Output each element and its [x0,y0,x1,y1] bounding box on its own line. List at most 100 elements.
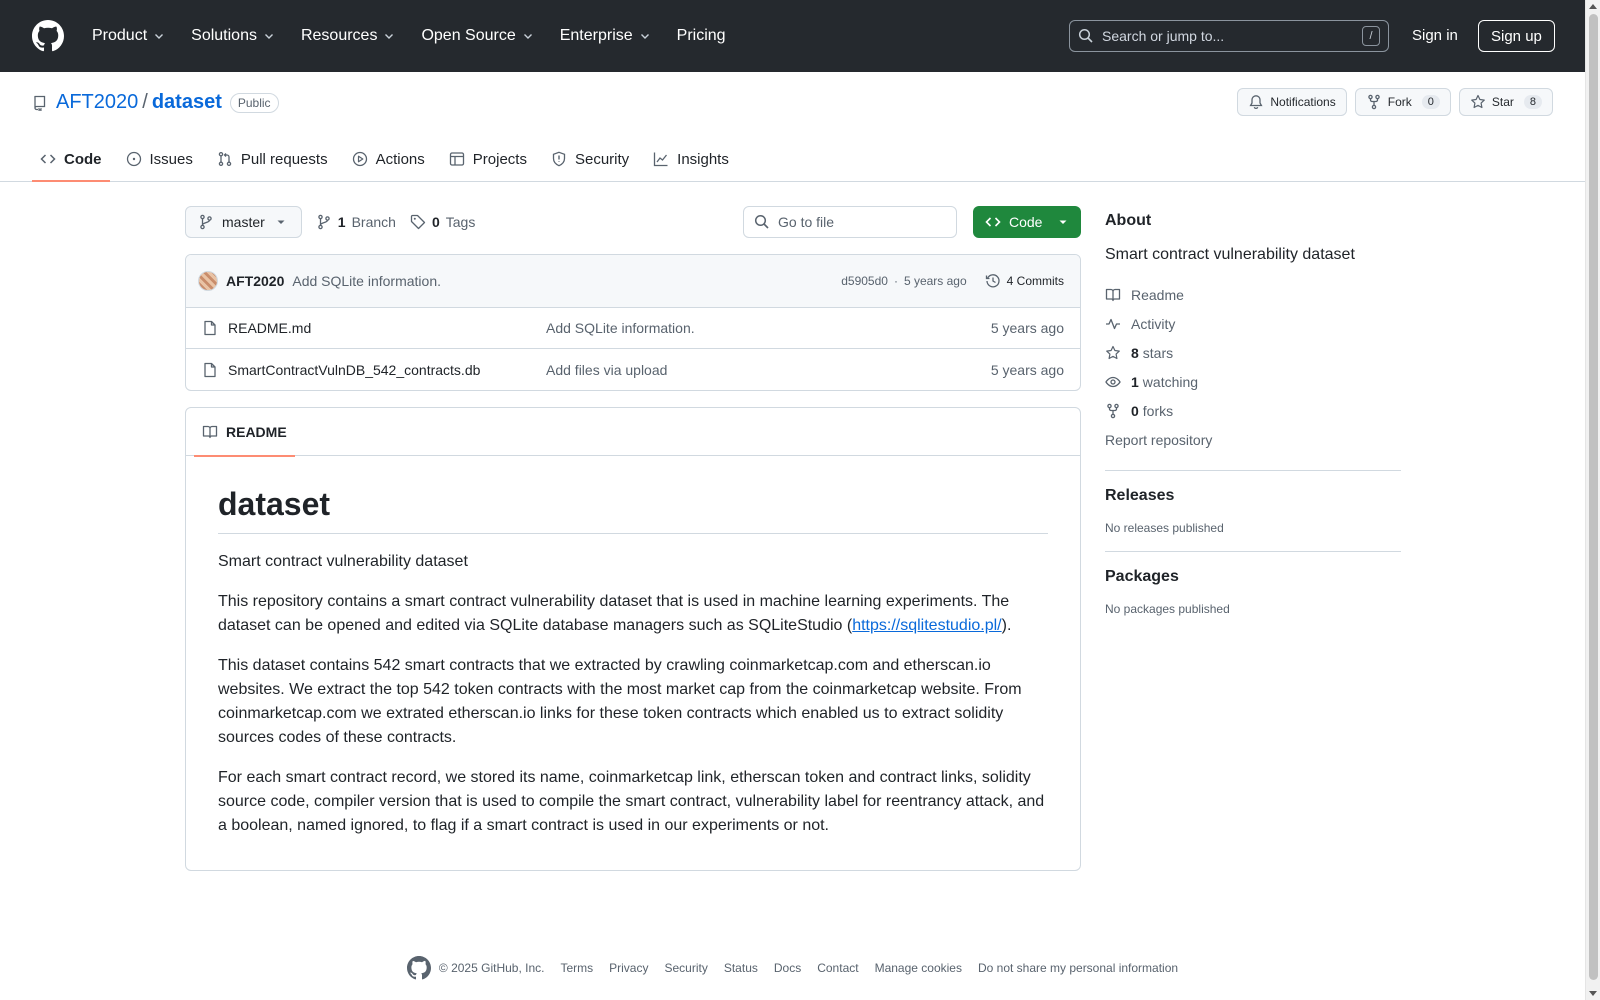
file-list: AFT2020 Add SQLite information. d5905d0 … [185,254,1081,391]
commit-message-link[interactable]: Add SQLite information. [292,273,441,289]
tab-actions[interactable]: Actions [344,136,433,182]
code-dropdown-button[interactable]: Code [973,206,1081,238]
nav-enterprise[interactable]: Enterprise [556,21,655,51]
page-scrollbar[interactable] [1585,0,1600,1000]
pulse-icon [1106,318,1120,329]
repo-icon [34,95,46,111]
file-commit-message[interactable]: Add files via upload [546,362,991,378]
releases-title[interactable]: Releases [1105,487,1401,505]
file-icon [204,362,216,377]
go-to-file-input[interactable]: Go to file [743,206,957,238]
file-name-link[interactable]: SmartContractVulnDB_542_contracts.db [228,362,546,378]
tab-pull-requests-label: Pull requests [240,150,328,168]
star-label: Star [1491,95,1514,109]
repo-title: AFT2020 / dataset Public [32,91,279,114]
footer-link-do-not-share[interactable]: Do not share my personal information [978,961,1178,975]
commit-dot: · [893,274,898,288]
chevron-down-icon [523,34,532,39]
github-logo-icon[interactable] [406,956,431,980]
file-icon [204,320,216,336]
commit-sha-link[interactable]: d5905d0 [841,274,888,288]
file-name-link[interactable]: README.md [228,320,546,336]
tab-projects[interactable]: Projects [441,136,535,182]
footer-link-terms[interactable]: Terms [560,961,593,975]
nav-pricing[interactable]: Pricing [673,21,730,51]
footer-link-manage-cookies[interactable]: Manage cookies [875,961,962,975]
report-repository-link[interactable]: Report repository [1105,425,1401,454]
fork-button[interactable]: Fork 0 [1354,88,1451,116]
scroll-up-arrow-icon[interactable] [1589,4,1597,9]
pull-request-icon [218,151,232,167]
repo-sidebar: About Smart contract vulnerability datas… [1105,206,1401,616]
footer-link-status[interactable]: Status [724,961,758,975]
readme-paragraph: This dataset contains 542 smart contract… [218,657,1022,746]
tab-insights[interactable]: Insights [645,136,737,182]
packages-empty-text: No packages published [1105,602,1230,616]
readme-tab-label: README [226,424,287,440]
activity-link[interactable]: Activity [1105,309,1401,338]
sign-up-button[interactable]: Sign up [1478,20,1555,52]
star-count: 8 [1523,95,1542,109]
readme-panel: README dataset Smart contract vulnerabil… [185,407,1081,871]
sqlitestudio-link[interactable]: https://sqlitestudio.pl/ [852,617,1001,634]
nav-solutions[interactable]: Solutions [187,21,279,51]
packages-title[interactable]: Packages [1105,568,1401,586]
repo-owner-link[interactable]: AFT2020 [56,91,138,114]
footer-link-privacy[interactable]: Privacy [609,961,648,975]
divider [1105,470,1401,471]
watching-link[interactable]: 1 watching [1105,367,1401,396]
stars-label: stars [1142,344,1174,361]
copyright-text: © 2025 GitHub, Inc. [438,961,545,975]
search-shortcut-key: / [1362,26,1380,46]
global-search-input[interactable]: Search or jump to... / [1069,20,1389,52]
nav-solutions-label: Solutions [191,27,257,44]
readme-body: dataset Smart contract vulnerability dat… [186,456,1080,870]
tab-issues[interactable]: Issues [118,136,201,182]
repo-name-link[interactable]: dataset [152,91,222,114]
stars-count: 8 [1131,344,1139,361]
github-logo-icon[interactable] [32,20,64,52]
branches-link[interactable]: 1 Branch [316,214,396,230]
notifications-label: Notifications [1270,95,1336,109]
readme-paragraph: This repository contains a smart contrac… [218,590,1048,638]
commit-time: 5 years ago [903,274,967,288]
tab-pull-requests[interactable]: Pull requests [209,136,336,182]
caret-down-icon [277,220,285,224]
readme-link[interactable]: Readme [1105,280,1401,309]
tag-label: Tags [445,214,476,230]
forks-count: 0 [1131,402,1139,419]
footer-link-contact[interactable]: Contact [817,961,858,975]
eye-icon [1105,376,1121,387]
readme-tab[interactable]: README [194,408,295,457]
scrollbar-thumb[interactable] [1589,14,1598,980]
nav-open-source[interactable]: Open Source [417,21,537,51]
star-icon [1106,345,1120,359]
readme-header: README [186,408,1080,457]
page-footer: © 2025 GitHub, Inc. Terms Privacy Securi… [0,956,1585,980]
notifications-button[interactable]: Notifications [1237,88,1347,116]
sign-in-link[interactable]: Sign in [1412,27,1458,44]
stars-link[interactable]: 8 stars [1105,338,1401,367]
footer-link-docs[interactable]: Docs [774,961,801,975]
visibility-badge: Public [229,92,279,113]
scroll-down-arrow-icon[interactable] [1589,991,1597,996]
nav-resources[interactable]: Resources [297,21,399,51]
nav-resources-label: Resources [300,27,378,44]
repo-header: AFT2020 / dataset Public Notifications F… [0,72,1585,182]
forks-link[interactable]: 0 forks [1105,396,1401,425]
global-nav: Product Solutions Resources Open Source … [88,21,742,51]
repo-separator: / [142,91,148,113]
avatar[interactable] [198,271,218,291]
history-icon [985,274,1000,288]
file-commit-message[interactable]: Add SQLite information. [546,320,991,336]
star-button[interactable]: Star 8 [1458,88,1553,116]
commits-history-link[interactable]: 4 Commits [985,273,1064,289]
nav-product[interactable]: Product [88,21,169,51]
tab-security[interactable]: Security [543,136,637,182]
tab-code[interactable]: Code [32,136,110,182]
branch-selector[interactable]: master [185,206,302,238]
tags-link[interactable]: 0 Tags [410,214,475,230]
footer-link-security[interactable]: Security [664,961,707,975]
commit-author-link[interactable]: AFT2020 [226,273,284,289]
bell-icon [1249,95,1263,110]
